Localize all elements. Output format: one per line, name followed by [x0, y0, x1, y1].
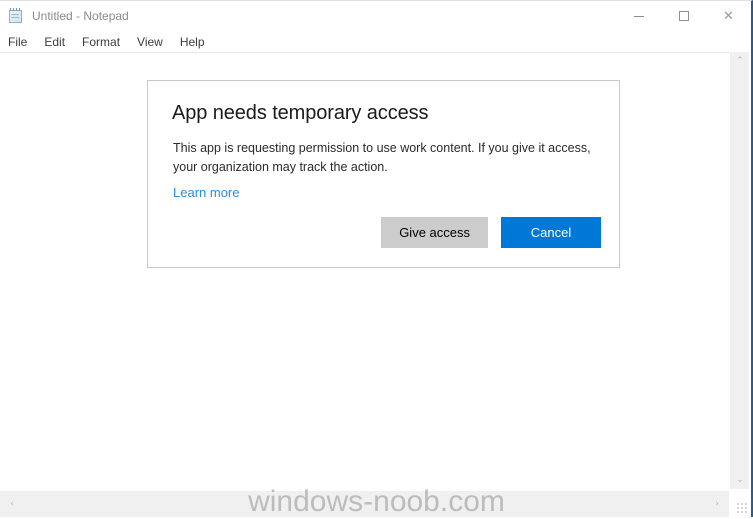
- notepad-icon: [8, 8, 24, 24]
- dialog-body-text: This app is requesting permission to use…: [173, 141, 591, 174]
- scroll-left-icon[interactable]: ‹: [2, 494, 22, 514]
- menu-bar: File Edit Format View Help: [0, 31, 751, 52]
- scroll-down-icon[interactable]: ⌄: [730, 471, 750, 489]
- cancel-button[interactable]: Cancel: [501, 217, 601, 248]
- title-bar: Untitled - Notepad ✕: [0, 1, 751, 31]
- horizontal-scrollbar[interactable]: ‹ ›: [0, 490, 729, 517]
- maximize-icon: [678, 11, 689, 21]
- consent-dialog: App needs temporary access This app is r…: [147, 80, 620, 268]
- window-title: Untitled - Notepad: [32, 9, 129, 23]
- scroll-right-icon[interactable]: ›: [707, 494, 727, 514]
- give-access-button[interactable]: Give access: [381, 217, 488, 248]
- close-button[interactable]: ✕: [706, 1, 751, 31]
- close-icon: ✕: [723, 8, 734, 24]
- caption-buttons: ✕: [616, 1, 751, 31]
- menu-item-format[interactable]: Format: [82, 33, 128, 51]
- menu-item-edit[interactable]: Edit: [44, 33, 73, 51]
- notepad-window: Untitled - Notepad ✕ File Edit Format Vi…: [0, 0, 753, 518]
- vertical-scrollbar[interactable]: ⌃ ⌄: [729, 52, 749, 489]
- menu-item-view[interactable]: View: [137, 33, 171, 51]
- dialog-title: App needs temporary access: [172, 102, 429, 124]
- maximize-button[interactable]: [661, 1, 706, 31]
- minimize-icon: [633, 15, 644, 17]
- notepad-icon-rings: [10, 8, 21, 11]
- scroll-up-icon[interactable]: ⌃: [730, 52, 750, 70]
- resize-grip[interactable]: [736, 502, 748, 514]
- menu-item-help[interactable]: Help: [180, 33, 213, 51]
- notepad-icon-lines: [11, 14, 19, 20]
- dialog-button-row: Give access Cancel: [381, 217, 601, 248]
- menu-item-file[interactable]: File: [8, 33, 35, 51]
- minimize-button[interactable]: [616, 1, 661, 31]
- learn-more-link[interactable]: Learn more: [173, 185, 239, 200]
